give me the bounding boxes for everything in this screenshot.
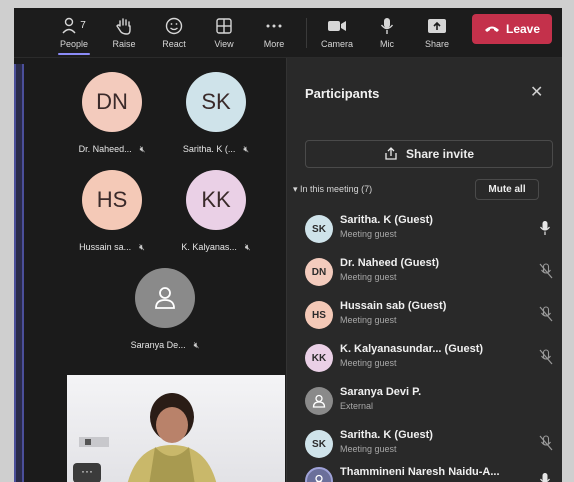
participant-name: Thammineni Naresh Naidu-A... xyxy=(340,466,500,478)
mute-all-button[interactable]: Mute all xyxy=(475,179,539,200)
participant-row[interactable]: SK Saritha. K (Guest) Meeting guest xyxy=(303,425,555,465)
mic-muted-icon: 🔇︎ xyxy=(193,340,200,350)
meeting-stage: DN Dr. Naheed... 🔇︎ SK Saritha. K (... 🔇︎ … xyxy=(14,58,286,482)
share-label: Share xyxy=(424,38,450,49)
participant-row[interactable]: Saranya Devi P. External xyxy=(303,382,555,422)
ellipsis-icon xyxy=(265,16,283,36)
smiley-icon xyxy=(165,16,183,36)
participant-role: Meeting guest xyxy=(340,358,397,368)
person-avatar-icon xyxy=(305,387,333,415)
leave-button[interactable]: Leave xyxy=(472,14,552,44)
participant-name: K. Kalyanasundar... (Guest) xyxy=(340,343,484,355)
screen-share-edge xyxy=(14,64,24,482)
participant-name: Saritha. K (Guest) xyxy=(340,214,433,226)
share-screen-icon xyxy=(427,16,447,36)
participant-row[interactable]: HS Hussain sab (Guest) Meeting guest xyxy=(303,296,555,336)
video-more-button[interactable]: ··· xyxy=(73,463,101,482)
people-count: 7 xyxy=(80,20,86,31)
participant-role: External xyxy=(340,401,374,411)
participant-name: Hussain sab (Guest) xyxy=(340,300,447,312)
microphone-icon xyxy=(380,16,394,36)
mic-label: Mic xyxy=(380,38,394,49)
avatar: SK xyxy=(305,430,333,458)
avatar: HS xyxy=(305,301,333,329)
meeting-toolbar: 7 People Raise React View More Camera Mi… xyxy=(14,8,562,58)
mic-muted-icon xyxy=(539,306,553,322)
mic-button[interactable]: Mic xyxy=(363,8,411,56)
avatar: KK xyxy=(305,344,333,372)
avatar: SK xyxy=(305,215,333,243)
camera-icon xyxy=(327,16,347,36)
hand-icon xyxy=(116,16,132,36)
participant-name: Saranya Devi P. xyxy=(340,386,422,398)
tile-name: Saritha. K (... xyxy=(182,144,236,154)
mic-muted-icon: 🔇︎ xyxy=(139,242,145,252)
mic-muted-icon xyxy=(539,349,553,365)
share-invite-label: Share invite xyxy=(405,147,475,161)
tile-name: K. Kalyanas... xyxy=(181,242,237,252)
microphone-icon xyxy=(540,473,550,482)
participant-name: Saritha. K (Guest) xyxy=(340,429,433,441)
participant-tile[interactable]: KK K. Kalyanas... 🔇︎ xyxy=(161,166,271,266)
section-header[interactable]: ▾ In this meeting (7) xyxy=(293,184,372,195)
meeting-window: 7 People Raise React View More Camera Mi… xyxy=(14,8,562,482)
mic-muted-icon: 🔇︎ xyxy=(244,242,251,252)
chevron-down-icon: ▾ xyxy=(293,184,298,194)
participants-panel: Participants ✕ Share invite ▾ In this me… xyxy=(286,58,562,482)
participant-role: Meeting guest xyxy=(340,315,397,325)
participant-tile[interactable]: HS Hussain sa... 🔇︎ xyxy=(57,166,167,266)
react-button[interactable]: React xyxy=(150,8,198,56)
microphone-icon xyxy=(540,221,550,235)
toolbar-divider xyxy=(306,18,307,48)
mic-muted-icon: 🔇︎ xyxy=(243,144,250,154)
share-button[interactable]: Share xyxy=(413,8,461,56)
participant-role: Meeting guest xyxy=(340,272,397,282)
share-invite-button[interactable]: Share invite xyxy=(305,140,553,168)
participant-role: Meeting guest xyxy=(340,444,397,454)
view-label: View xyxy=(214,38,234,49)
person-avatar-icon xyxy=(135,268,195,328)
camera-label: Camera xyxy=(320,38,353,49)
participant-row[interactable]: KK K. Kalyanasundar... (Guest) Meeting g… xyxy=(303,339,555,379)
panel-title: Participants xyxy=(305,86,380,101)
video-feed[interactable]: ··· xyxy=(67,375,285,482)
phone-hangup-icon xyxy=(484,26,499,32)
participant-row[interactable]: Thammineni Naresh Naidu-A... xyxy=(303,462,555,482)
avatar: DN xyxy=(82,72,142,132)
react-label: React xyxy=(162,38,186,49)
people-icon: 7 xyxy=(62,16,86,36)
participant-row[interactable]: SK Saritha. K (Guest) Meeting guest xyxy=(303,210,555,250)
participant-tile[interactable]: DN Dr. Naheed... 🔇︎ xyxy=(57,68,167,168)
avatar: HS xyxy=(82,170,142,230)
participant-row[interactable]: DN Dr. Naheed (Guest) Meeting guest xyxy=(303,253,555,293)
mic-muted-icon: 🔇︎ xyxy=(139,144,146,154)
avatar: DN xyxy=(305,258,333,286)
participant-name: Dr. Naheed (Guest) xyxy=(340,257,440,269)
participant-tile[interactable]: SK Saritha. K (... 🔇︎ xyxy=(161,68,271,168)
raise-hand-button[interactable]: Raise xyxy=(100,8,148,56)
person-avatar-icon xyxy=(305,467,333,482)
tile-name: Hussain sa... xyxy=(79,242,132,252)
tile-name: Saranya De... xyxy=(130,340,186,350)
avatar: SK xyxy=(186,72,246,132)
more-label: More xyxy=(263,38,285,49)
mic-muted-icon xyxy=(539,263,553,279)
participant-tile[interactable]: Saranya De... 🔇︎ xyxy=(110,264,220,364)
more-button[interactable]: More xyxy=(250,8,298,56)
grid-view-icon xyxy=(215,16,233,36)
raise-label: Raise xyxy=(112,38,136,49)
avatar: KK xyxy=(186,170,246,230)
section-title: In this meeting (7) xyxy=(300,184,373,194)
participant-role: Meeting guest xyxy=(340,229,397,239)
tile-name: Dr. Naheed... xyxy=(78,144,132,154)
share-icon xyxy=(385,147,397,160)
leave-label: Leave xyxy=(505,22,541,36)
mic-muted-icon xyxy=(539,435,553,451)
people-label: People xyxy=(59,38,89,49)
camera-button[interactable]: Camera xyxy=(313,8,361,56)
people-button[interactable]: 7 People xyxy=(50,8,98,56)
view-button[interactable]: View xyxy=(200,8,248,56)
close-icon[interactable]: ✕ xyxy=(530,82,543,102)
